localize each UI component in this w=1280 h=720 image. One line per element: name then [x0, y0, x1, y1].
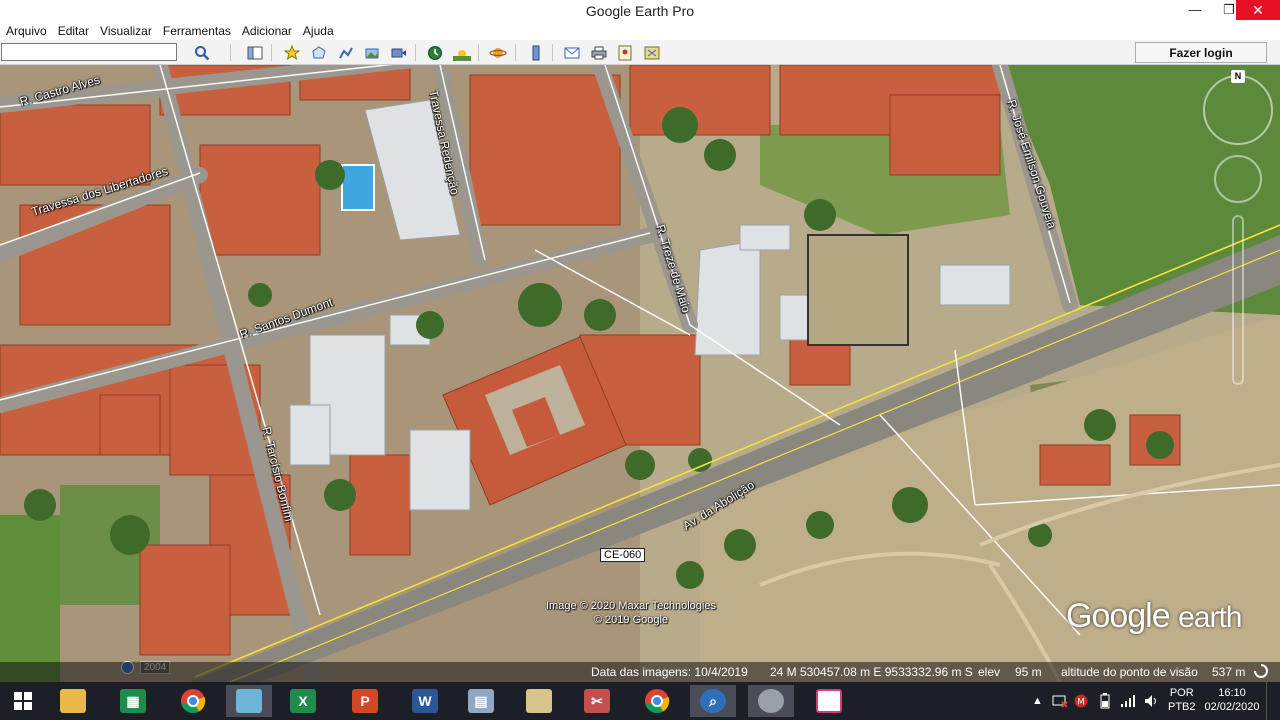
path-icon[interactable]	[335, 42, 357, 63]
logo-earth: earth	[1178, 601, 1242, 634]
pan-control[interactable]	[1214, 155, 1262, 203]
google-earth-logo: Google earth	[1066, 597, 1242, 636]
record-tour-icon[interactable]	[388, 42, 410, 63]
historical-imagery-icon[interactable]	[424, 42, 446, 63]
elev-label: elev	[978, 665, 1001, 679]
imagery-credits: Image © 2020 Maxar Technologies © 2019 G…	[546, 599, 716, 627]
toolbar-separator	[552, 44, 553, 61]
input-language[interactable]: POR PTB2	[1168, 686, 1196, 714]
lang-primary: POR	[1169, 687, 1194, 699]
google-maps-icon[interactable]	[641, 42, 663, 63]
coordinates: 24 M 530457.08 m E 9533332.96 m S	[770, 665, 973, 679]
snipping-tool-icon[interactable]: ✂	[574, 685, 620, 717]
planets-icon[interactable]	[487, 42, 509, 63]
title-bar: Google Earth Pro — ❐ ✕	[0, 0, 1280, 22]
system-clock[interactable]: 16:10 02/02/2020	[1202, 686, 1262, 714]
map-view[interactable]: R. Castro Alves Travessa dos Libertadore…	[0, 65, 1280, 682]
print-icon[interactable]	[588, 42, 610, 63]
clock-date: 02/02/2020	[1204, 701, 1260, 713]
logo-google: Google	[1066, 597, 1171, 635]
tray-volume-icon[interactable]	[1144, 682, 1160, 720]
menu-ferramentas[interactable]: Ferramentas	[163, 22, 231, 40]
satellite-imagery	[0, 65, 1280, 682]
lang-layout: PTB2	[1168, 701, 1196, 713]
zoom-slider[interactable]	[1232, 215, 1244, 385]
toolbar: Fazer login	[0, 40, 1280, 65]
streaming-icon	[1254, 664, 1268, 681]
highway-badge: CE-060	[600, 548, 646, 562]
sunlight-icon[interactable]	[451, 42, 473, 63]
eye-alt-value: 537 m	[1212, 665, 1246, 679]
file-explorer-icon[interactable]	[50, 685, 96, 717]
ruler-icon[interactable]	[525, 42, 547, 63]
menu-bar: Arquivo Editar Visualizar Ferramentas Ad…	[0, 22, 1280, 40]
window-title: Google Earth Pro	[585, 3, 695, 19]
media-icon[interactable]	[806, 685, 852, 717]
excel-icon[interactable]: ▦	[110, 685, 156, 717]
image-date: Data das imagens: 10/4/2019	[591, 665, 748, 679]
credit-google: © 2019 Google	[593, 614, 669, 626]
word-icon[interactable]: W	[402, 685, 448, 717]
image-overlay-icon[interactable]	[361, 42, 383, 63]
tray-antivirus-icon[interactable]: M	[1074, 682, 1088, 720]
calculator-icon[interactable]: ▤	[458, 685, 504, 717]
clock-time: 16:10	[1218, 687, 1246, 699]
elev-value: 95 m	[1015, 665, 1042, 679]
minimize-button[interactable]: —	[1178, 0, 1212, 20]
toolbar-separator	[415, 44, 416, 61]
windows-taskbar: ▦ X P W ▤ ✂ ⌕ ▲ M POR PTB2 16:10 02/02/2…	[0, 682, 1280, 720]
placemark-icon[interactable]	[281, 42, 303, 63]
credit-maxar: Image © 2020 Maxar Technologies	[546, 600, 716, 612]
polygon-icon[interactable]	[308, 42, 330, 63]
notepad-icon[interactable]	[226, 685, 272, 717]
close-button[interactable]: ✕	[1236, 0, 1280, 20]
status-bar: Data das imagens: 10/4/2019 24 M 530457.…	[0, 662, 1280, 682]
paint-icon[interactable]	[516, 685, 562, 717]
sidebar-toggle-icon[interactable]	[244, 42, 266, 63]
chrome-icon-2[interactable]	[634, 685, 680, 717]
tray-wifi-icon[interactable]	[1120, 682, 1136, 720]
login-button[interactable]: Fazer login	[1135, 42, 1267, 63]
windows-start-icon[interactable]	[0, 685, 46, 717]
save-image-icon[interactable]	[614, 42, 636, 63]
toolbar-separator	[230, 44, 231, 61]
compass-north-button[interactable]: N	[1231, 70, 1245, 83]
magnifier-icon[interactable]: ⌕	[690, 685, 736, 717]
menu-arquivo[interactable]: Arquivo	[6, 22, 47, 40]
powerpoint-icon[interactable]: P	[342, 685, 388, 717]
toolbar-separator	[271, 44, 272, 61]
search-icon[interactable]	[191, 42, 213, 63]
menu-ajuda[interactable]: Ajuda	[303, 22, 334, 40]
tray-network-icon[interactable]	[1052, 682, 1068, 720]
tray-battery-icon[interactable]	[1100, 682, 1110, 720]
menu-editar[interactable]: Editar	[58, 22, 89, 40]
google-earth-icon[interactable]	[748, 685, 794, 717]
excel-icon-2[interactable]: X	[280, 685, 326, 717]
compass-ring[interactable]	[1203, 75, 1273, 145]
toolbar-separator	[515, 44, 516, 61]
show-desktop-button[interactable]	[1266, 682, 1280, 720]
email-icon[interactable]	[561, 42, 583, 63]
search-input[interactable]	[1, 43, 177, 61]
eye-alt-label: altitude do ponto de visão	[1061, 665, 1198, 679]
menu-visualizar[interactable]: Visualizar	[100, 22, 152, 40]
tray-show-hidden-icon[interactable]: ▲	[1032, 682, 1043, 720]
menu-adicionar[interactable]: Adicionar	[242, 22, 292, 40]
svg-text:M: M	[1077, 698, 1085, 708]
toolbar-separator	[478, 44, 479, 61]
chrome-icon[interactable]	[170, 685, 216, 717]
